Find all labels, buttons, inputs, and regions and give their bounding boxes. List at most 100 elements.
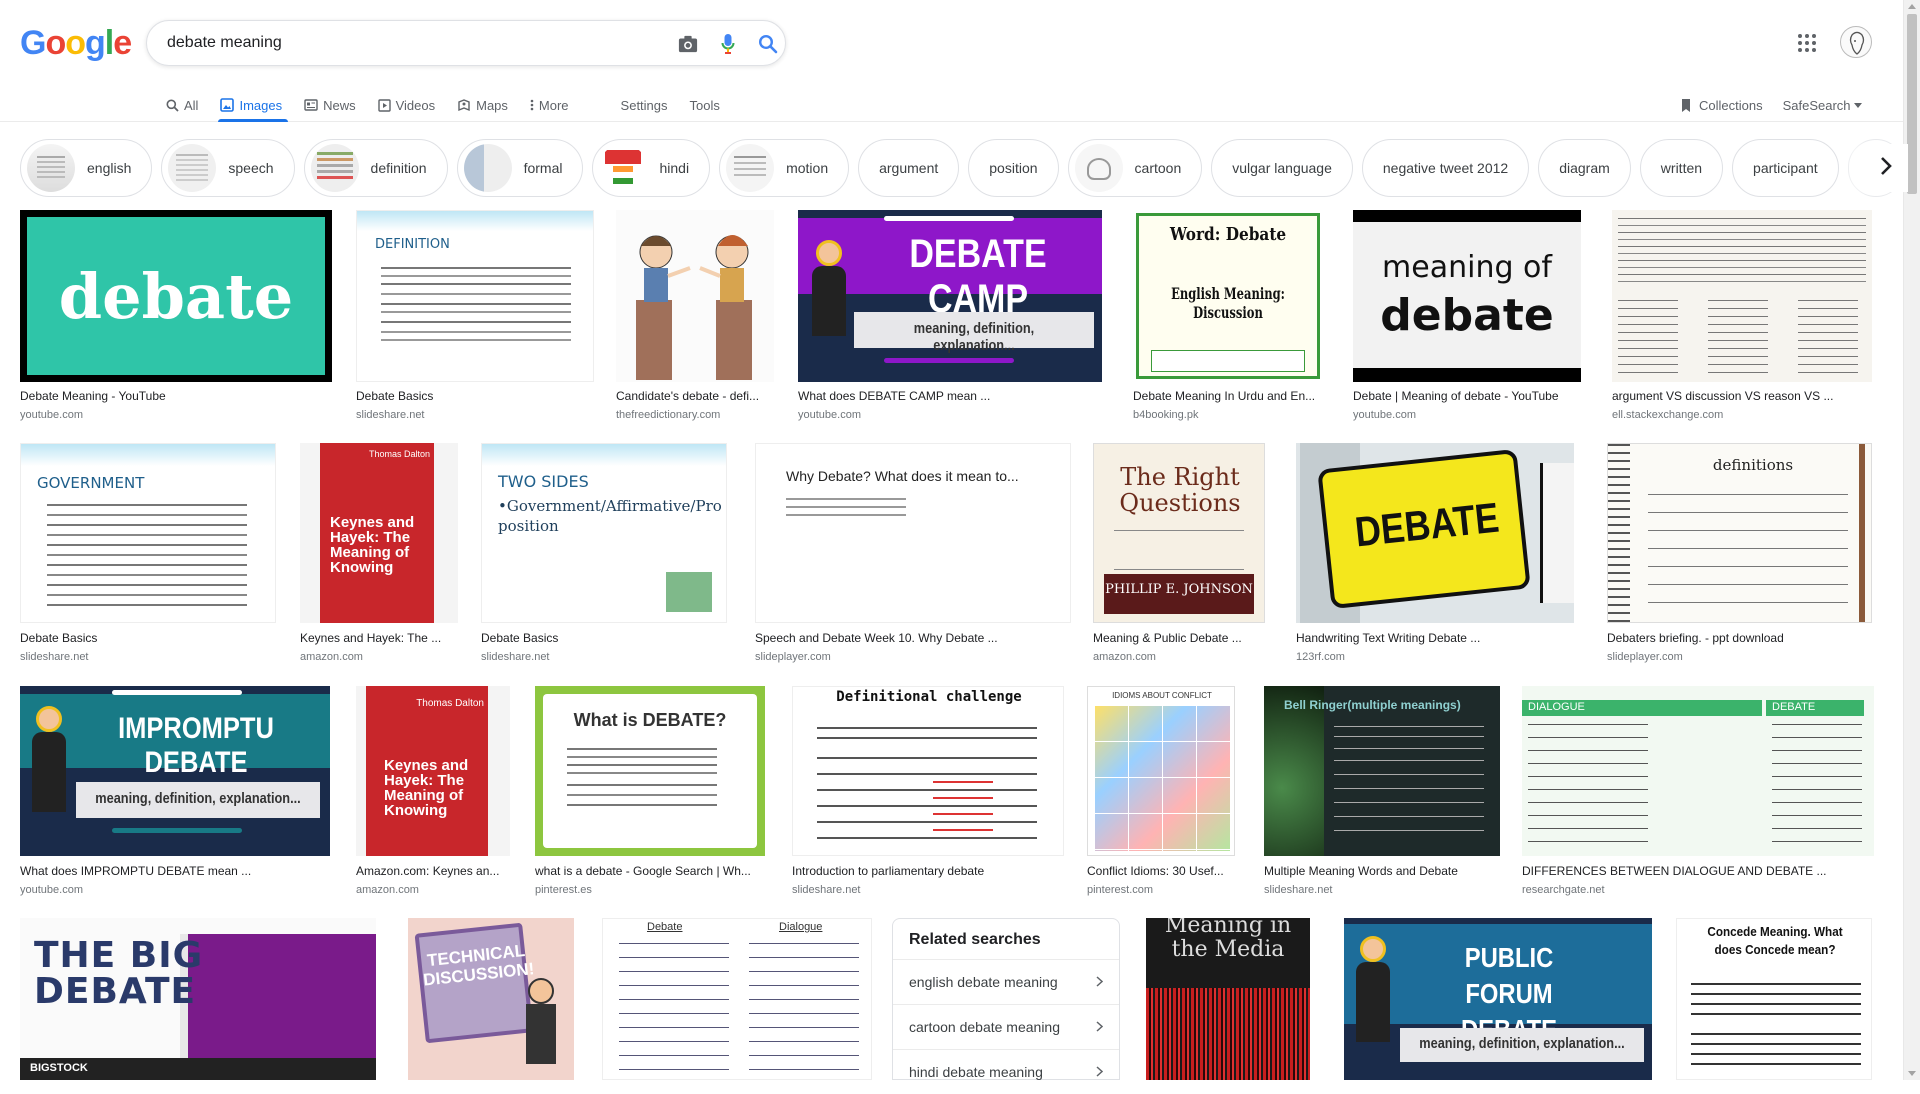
- scroll-thumb[interactable]: [1907, 14, 1917, 194]
- search-box: [146, 20, 786, 66]
- image-result[interactable]: Concede Meaning. What does Concede mean?: [1676, 918, 1872, 1080]
- image-result[interactable]: Debate Dialogue: [602, 918, 872, 1080]
- image-result[interactable]: Meaning in the Media: [1146, 918, 1310, 1080]
- image-result[interactable]: Word: Debate English Meaning: Discussion…: [1133, 210, 1323, 422]
- search-icon: [166, 99, 179, 112]
- image-result[interactable]: THE BIG DEBATE BIGSTOCK: [20, 918, 376, 1080]
- image-result[interactable]: DEBATE CAMP meaning, definition, explana…: [798, 210, 1102, 422]
- result-source: pinterest.es: [535, 884, 592, 896]
- result-thumbnail: DEBATE CAMP meaning, definition, explana…: [798, 210, 1102, 382]
- video-icon: [377, 98, 391, 112]
- image-result[interactable]: Definitional challenge Introduction to p…: [792, 686, 1064, 898]
- result-thumbnail: Concede Meaning. What does Concede mean?: [1676, 918, 1872, 1080]
- chip-written[interactable]: written: [1639, 139, 1724, 197]
- image-result[interactable]: Thomas Dalton Keynes and Hayek: The Mean…: [300, 443, 458, 665]
- chip-motion[interactable]: motion: [719, 139, 850, 197]
- chip-definition[interactable]: definition: [303, 139, 448, 197]
- news-icon: [304, 99, 318, 111]
- result-thumbnail: What is DEBATE?: [535, 686, 765, 856]
- tab-news[interactable]: News: [304, 88, 356, 122]
- chip-vulgar-language[interactable]: vulgar language: [1211, 139, 1353, 197]
- image-result[interactable]: TWO SIDES •Government/Affirmative/Pro po…: [481, 443, 727, 665]
- result-title: Handwriting Text Writing Debate ...: [1296, 631, 1481, 645]
- result-source: slideplayer.com: [755, 651, 831, 663]
- image-result[interactable]: definitions Debaters briefing. - ppt dow…: [1607, 443, 1872, 665]
- image-result[interactable]: meaning of debate Debate | Meaning of de…: [1353, 210, 1581, 422]
- result-source: thefreedictionary.com: [616, 409, 721, 421]
- settings-link[interactable]: Settings: [621, 88, 668, 122]
- camera-icon[interactable]: [677, 33, 699, 55]
- image-result[interactable]: debate Debate Meaning - YouTube youtube.…: [20, 210, 332, 422]
- tab-more[interactable]: More: [530, 88, 569, 122]
- google-logo[interactable]: Google: [20, 24, 132, 63]
- result-source: b4booking.pk: [1133, 409, 1199, 421]
- tools-link[interactable]: Tools: [690, 88, 720, 122]
- result-title: Debaters briefing. - ppt download: [1607, 631, 1784, 645]
- image-result[interactable]: PUBLIC FORUM DEBATE meaning, definition,…: [1344, 918, 1652, 1080]
- tab-videos[interactable]: Videos: [377, 88, 435, 122]
- header-right-links: Collections SafeSearch: [1680, 88, 1862, 122]
- chip-diagram[interactable]: diagram: [1538, 139, 1631, 197]
- chip-position[interactable]: position: [968, 139, 1059, 197]
- scroll-up-arrow[interactable]: [1908, 4, 1916, 9]
- result-title: Debate | Meaning of debate - YouTube: [1353, 389, 1559, 403]
- result-title: Debate Basics: [356, 389, 434, 403]
- image-result[interactable]: What is DEBATE? what is a debate - Googl…: [535, 686, 765, 898]
- account-avatar[interactable]: [1840, 26, 1872, 58]
- chip-participant[interactable]: participant: [1732, 139, 1839, 197]
- result-thumbnail: IMPROMPTU DEBATE meaning, definition, ex…: [20, 686, 330, 856]
- scroll-down-arrow[interactable]: [1908, 1071, 1916, 1076]
- result-title: Introduction to parliamentary debate: [792, 864, 985, 878]
- search-input[interactable]: [167, 31, 647, 55]
- chip-cartoon[interactable]: cartoon: [1067, 139, 1203, 197]
- image-result[interactable]: The Right Questions PHILLIP E. JOHNSON M…: [1093, 443, 1265, 665]
- chip-hindi[interactable]: hindi: [592, 139, 711, 197]
- image-result[interactable]: Candidate's debate - defi... thefreedict…: [616, 210, 774, 422]
- result-title: Debate Meaning In Urdu and En...: [1133, 389, 1316, 403]
- result-source: youtube.com: [1353, 409, 1416, 421]
- apps-grid-icon[interactable]: [1796, 32, 1818, 54]
- result-thumbnail: GOVERNMENT: [20, 443, 276, 623]
- image-result[interactable]: IDIOMS ABOUT CONFLICT Conflict Idioms: 3…: [1087, 686, 1235, 898]
- image-result[interactable]: DEFINITION Debate Basics slideshare.net: [356, 210, 594, 422]
- image-result[interactable]: Bell Ringer(multiple meanings) Multiple …: [1264, 686, 1500, 898]
- image-result[interactable]: DIALOGUE DEBATE DIFFERENCES BETWEEN DIAL…: [1522, 686, 1874, 898]
- tab-images[interactable]: Images: [218, 88, 288, 122]
- result-source: amazon.com: [300, 651, 363, 663]
- microphone-icon[interactable]: [717, 33, 739, 55]
- image-result[interactable]: GOVERNMENT Debate Basics slideshare.net: [20, 443, 276, 665]
- tab-all[interactable]: All: [166, 88, 198, 122]
- related-search-item[interactable]: cartoon debate meaning: [893, 1004, 1119, 1049]
- related-search-item[interactable]: hindi debate meaning: [893, 1049, 1119, 1094]
- chevron-right-icon: [1096, 1064, 1104, 1080]
- result-source: amazon.com: [356, 884, 419, 896]
- result-source: slideshare.net: [1264, 884, 1333, 896]
- chip-formal[interactable]: formal: [456, 139, 584, 197]
- image-icon: [220, 98, 235, 112]
- search-icon[interactable]: [757, 33, 779, 55]
- image-result[interactable]: IMPROMPTU DEBATE meaning, definition, ex…: [20, 686, 330, 898]
- image-result[interactable]: DEBATE Handwriting Text Writing Debate .…: [1296, 443, 1574, 665]
- image-result[interactable]: Why Debate? What does it mean to... Spee…: [755, 443, 1071, 665]
- safesearch-menu[interactable]: SafeSearch: [1783, 98, 1862, 113]
- result-thumbnail: DIALOGUE DEBATE: [1522, 686, 1874, 856]
- chip-thumbnail: [310, 144, 359, 192]
- related-search-item[interactable]: english debate meaning: [893, 959, 1119, 1004]
- image-result[interactable]: Thomas Dalton Keynes and Hayek: The Mean…: [356, 686, 510, 898]
- chip-english[interactable]: english: [20, 139, 153, 197]
- search-header: Google All Images News Videos Maps More …: [0, 0, 1903, 122]
- result-source: slideshare.net: [792, 884, 861, 896]
- result-title: Keynes and Hayek: The ...: [300, 631, 442, 645]
- image-result[interactable]: TECHNICAL DISCUSSION!: [408, 918, 574, 1080]
- result-thumbnail: Bell Ringer(multiple meanings): [1264, 686, 1500, 856]
- result-thumbnail: [1612, 210, 1872, 382]
- image-result[interactable]: argument VS discussion VS reason VS ... …: [1612, 210, 1872, 422]
- chips-next-button[interactable]: [1864, 144, 1908, 192]
- chip-negative-tweet-2012[interactable]: negative tweet 2012: [1361, 139, 1530, 197]
- result-thumbnail: PUBLIC FORUM DEBATE meaning, definition,…: [1344, 918, 1652, 1080]
- chip-thumbnail: [1074, 144, 1123, 192]
- chip-speech[interactable]: speech: [161, 139, 295, 197]
- tab-maps[interactable]: Maps: [457, 88, 508, 122]
- chip-argument[interactable]: argument: [858, 139, 960, 197]
- collections-link[interactable]: Collections: [1680, 98, 1763, 113]
